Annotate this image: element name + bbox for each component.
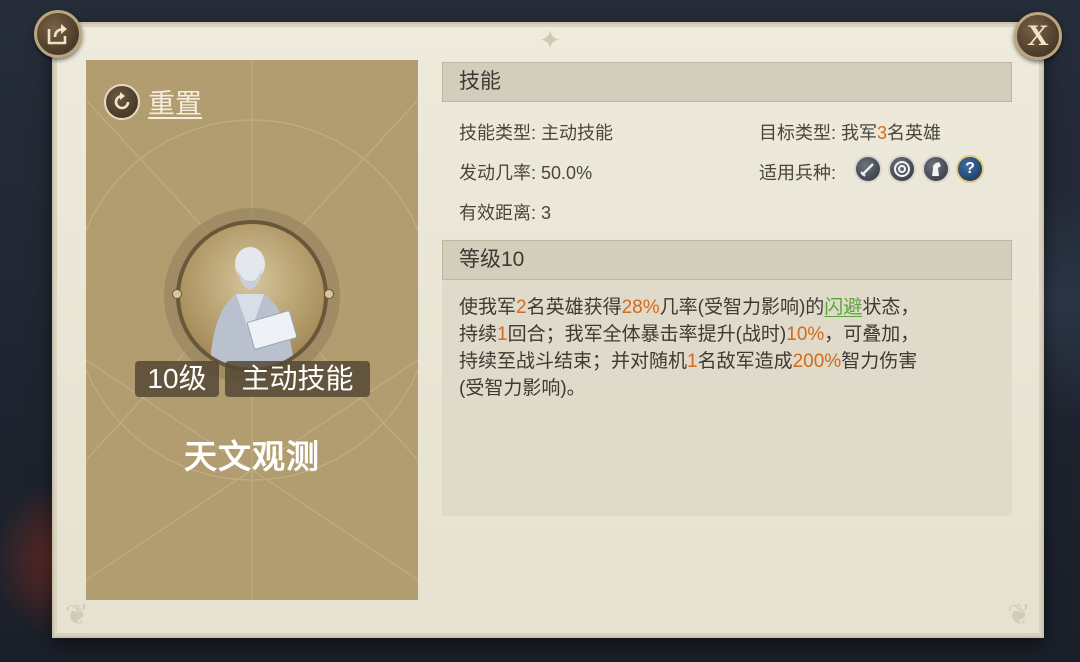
reset-label: 重置 — [148, 89, 202, 119]
target-count: 3 — [877, 123, 888, 143]
question-icon[interactable]: ? — [956, 155, 984, 183]
trigger-rate-value: 50.0% — [541, 163, 593, 183]
range-value: 3 — [541, 203, 552, 223]
troop-type-row: 适用兵种: — [759, 159, 836, 185]
close-icon: X — [1027, 19, 1049, 52]
skill-type-row: 技能类型: 主动技能 — [459, 119, 613, 145]
reset-button[interactable]: 重置 — [104, 82, 202, 121]
dodge-status-link[interactable]: 闪避 — [824, 297, 862, 318]
trigger-rate-label: 发动几率: — [459, 163, 537, 183]
skill-portrait — [176, 220, 328, 372]
description-line: 持续至战斗结束；并对随机1名敌军造成200%智力伤害 — [459, 351, 918, 372]
sword-icon[interactable] — [854, 155, 882, 183]
target-icon[interactable] — [888, 155, 916, 183]
scholar-figure-icon — [210, 247, 298, 368]
share-button[interactable] — [34, 10, 82, 58]
damage-percent: 200% — [792, 351, 842, 372]
description-line: (受智力影响)。 — [459, 378, 586, 399]
skill-description: 使我军2名英雄获得28%几率(受智力影响)的闪避状态， 持续1回合；我军全体暴击… — [459, 294, 999, 402]
troop-icons: ? — [854, 155, 984, 183]
corner-ornament-icon: ❦ — [65, 599, 89, 630]
target-type-row: 目标类型: 我军3名英雄 — [759, 119, 941, 145]
hero-count: 2 — [516, 297, 527, 318]
skill-type-value: 主动技能 — [541, 123, 614, 143]
round-count: 1 — [497, 324, 508, 345]
frame-stud — [324, 289, 334, 299]
reset-icon — [104, 83, 140, 120]
compass-emblem-icon: ✦ — [539, 25, 561, 55]
corner-ornament-icon: ❦ — [1007, 599, 1031, 630]
crit-bonus: 10% — [786, 324, 825, 345]
description-line: 使我军2名英雄获得28%几率(受智力影响)的闪避状态， — [459, 297, 920, 318]
trigger-rate-row: 发动几率: 50.0% — [459, 159, 592, 185]
dodge-chance: 28% — [621, 297, 660, 318]
troop-type-label: 适用兵种: — [759, 163, 837, 183]
description-line: 持续1回合；我军全体暴击率提升(战时)10%，可叠加， — [459, 324, 920, 345]
skill-type-tag: 主动技能 — [225, 361, 370, 397]
target-type-label: 目标类型: — [759, 123, 837, 143]
frame-stud — [172, 289, 182, 299]
skill-type-label: 技能类型: — [459, 123, 537, 143]
enemy-count: 1 — [687, 351, 698, 372]
close-button[interactable]: X — [1014, 12, 1062, 60]
range-label: 有效距离: — [459, 203, 537, 223]
skill-level-tag: 10级 — [135, 361, 219, 397]
share-icon — [47, 24, 67, 45]
skill-section-header: 技能 — [442, 62, 1012, 102]
skill-name: 天文观测 — [184, 438, 320, 475]
horse-icon[interactable] — [922, 155, 950, 183]
level-section-header: 等级10 — [442, 240, 1012, 280]
target-type-value: 我军3名英雄 — [841, 123, 942, 143]
range-row: 有效距离: 3 — [459, 199, 551, 225]
